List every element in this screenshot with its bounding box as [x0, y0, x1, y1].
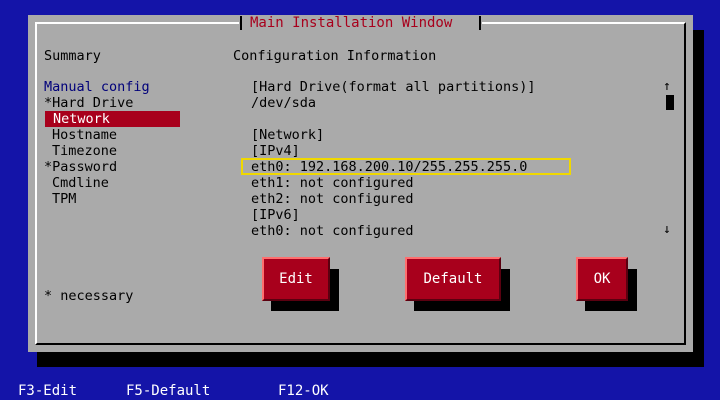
scrollbar-thumb[interactable] [666, 95, 674, 110]
footer-f5-default[interactable]: F5-Default [126, 383, 210, 399]
main-installation-window: Main Installation Window Summary Manual … [28, 15, 693, 352]
edit-button-label: Edit [279, 271, 313, 287]
scroll-up-arrow-icon[interactable]: ↑ [663, 80, 671, 94]
config-line: [Network] [251, 127, 325, 143]
config-line: eth2: not configured [251, 191, 414, 207]
default-button-label: Default [423, 271, 483, 287]
ok-button-label: OK [593, 271, 611, 287]
sidebar-item-manual-config[interactable]: Manual config [44, 79, 150, 95]
highlight-box [241, 158, 571, 175]
footer-f12-ok[interactable]: F12-OK [278, 383, 329, 399]
config-line: /dev/sda [251, 95, 317, 111]
ok-button[interactable]: OK [576, 257, 628, 301]
title-bracket-right [479, 16, 481, 30]
summary-heading: Summary [44, 48, 101, 64]
edit-button[interactable]: Edit [262, 257, 330, 301]
config-line: eth1: not configured [251, 175, 414, 191]
sidebar-item-network[interactable]: Network [45, 111, 180, 127]
sidebar-item-hard-drive[interactable]: *Hard Drive [44, 95, 133, 111]
config-line: [IPv6] [251, 207, 300, 223]
config-line: [Hard Drive(format all partitions)] [251, 79, 536, 95]
config-info-heading: Configuration Information [233, 48, 437, 64]
footer-f3-edit[interactable]: F3-Edit [18, 383, 77, 399]
necessary-note: * necessary [44, 288, 134, 304]
config-line: [IPv4] [251, 143, 300, 159]
sidebar-item-timezone[interactable]: Timezone [52, 143, 117, 159]
default-button[interactable]: Default [405, 257, 501, 301]
config-line: eth0: not configured [251, 223, 414, 239]
sidebar-item-password[interactable]: *Password [44, 159, 117, 175]
sidebar-item-tpm[interactable]: TPM [52, 191, 76, 207]
scroll-down-arrow-icon[interactable]: ↓ [663, 223, 671, 237]
sidebar-item-cmdline[interactable]: Cmdline [52, 175, 109, 191]
window-title: Main Installation Window [250, 15, 453, 31]
sidebar-item-hostname[interactable]: Hostname [52, 127, 117, 143]
title-bracket-left [240, 16, 242, 30]
